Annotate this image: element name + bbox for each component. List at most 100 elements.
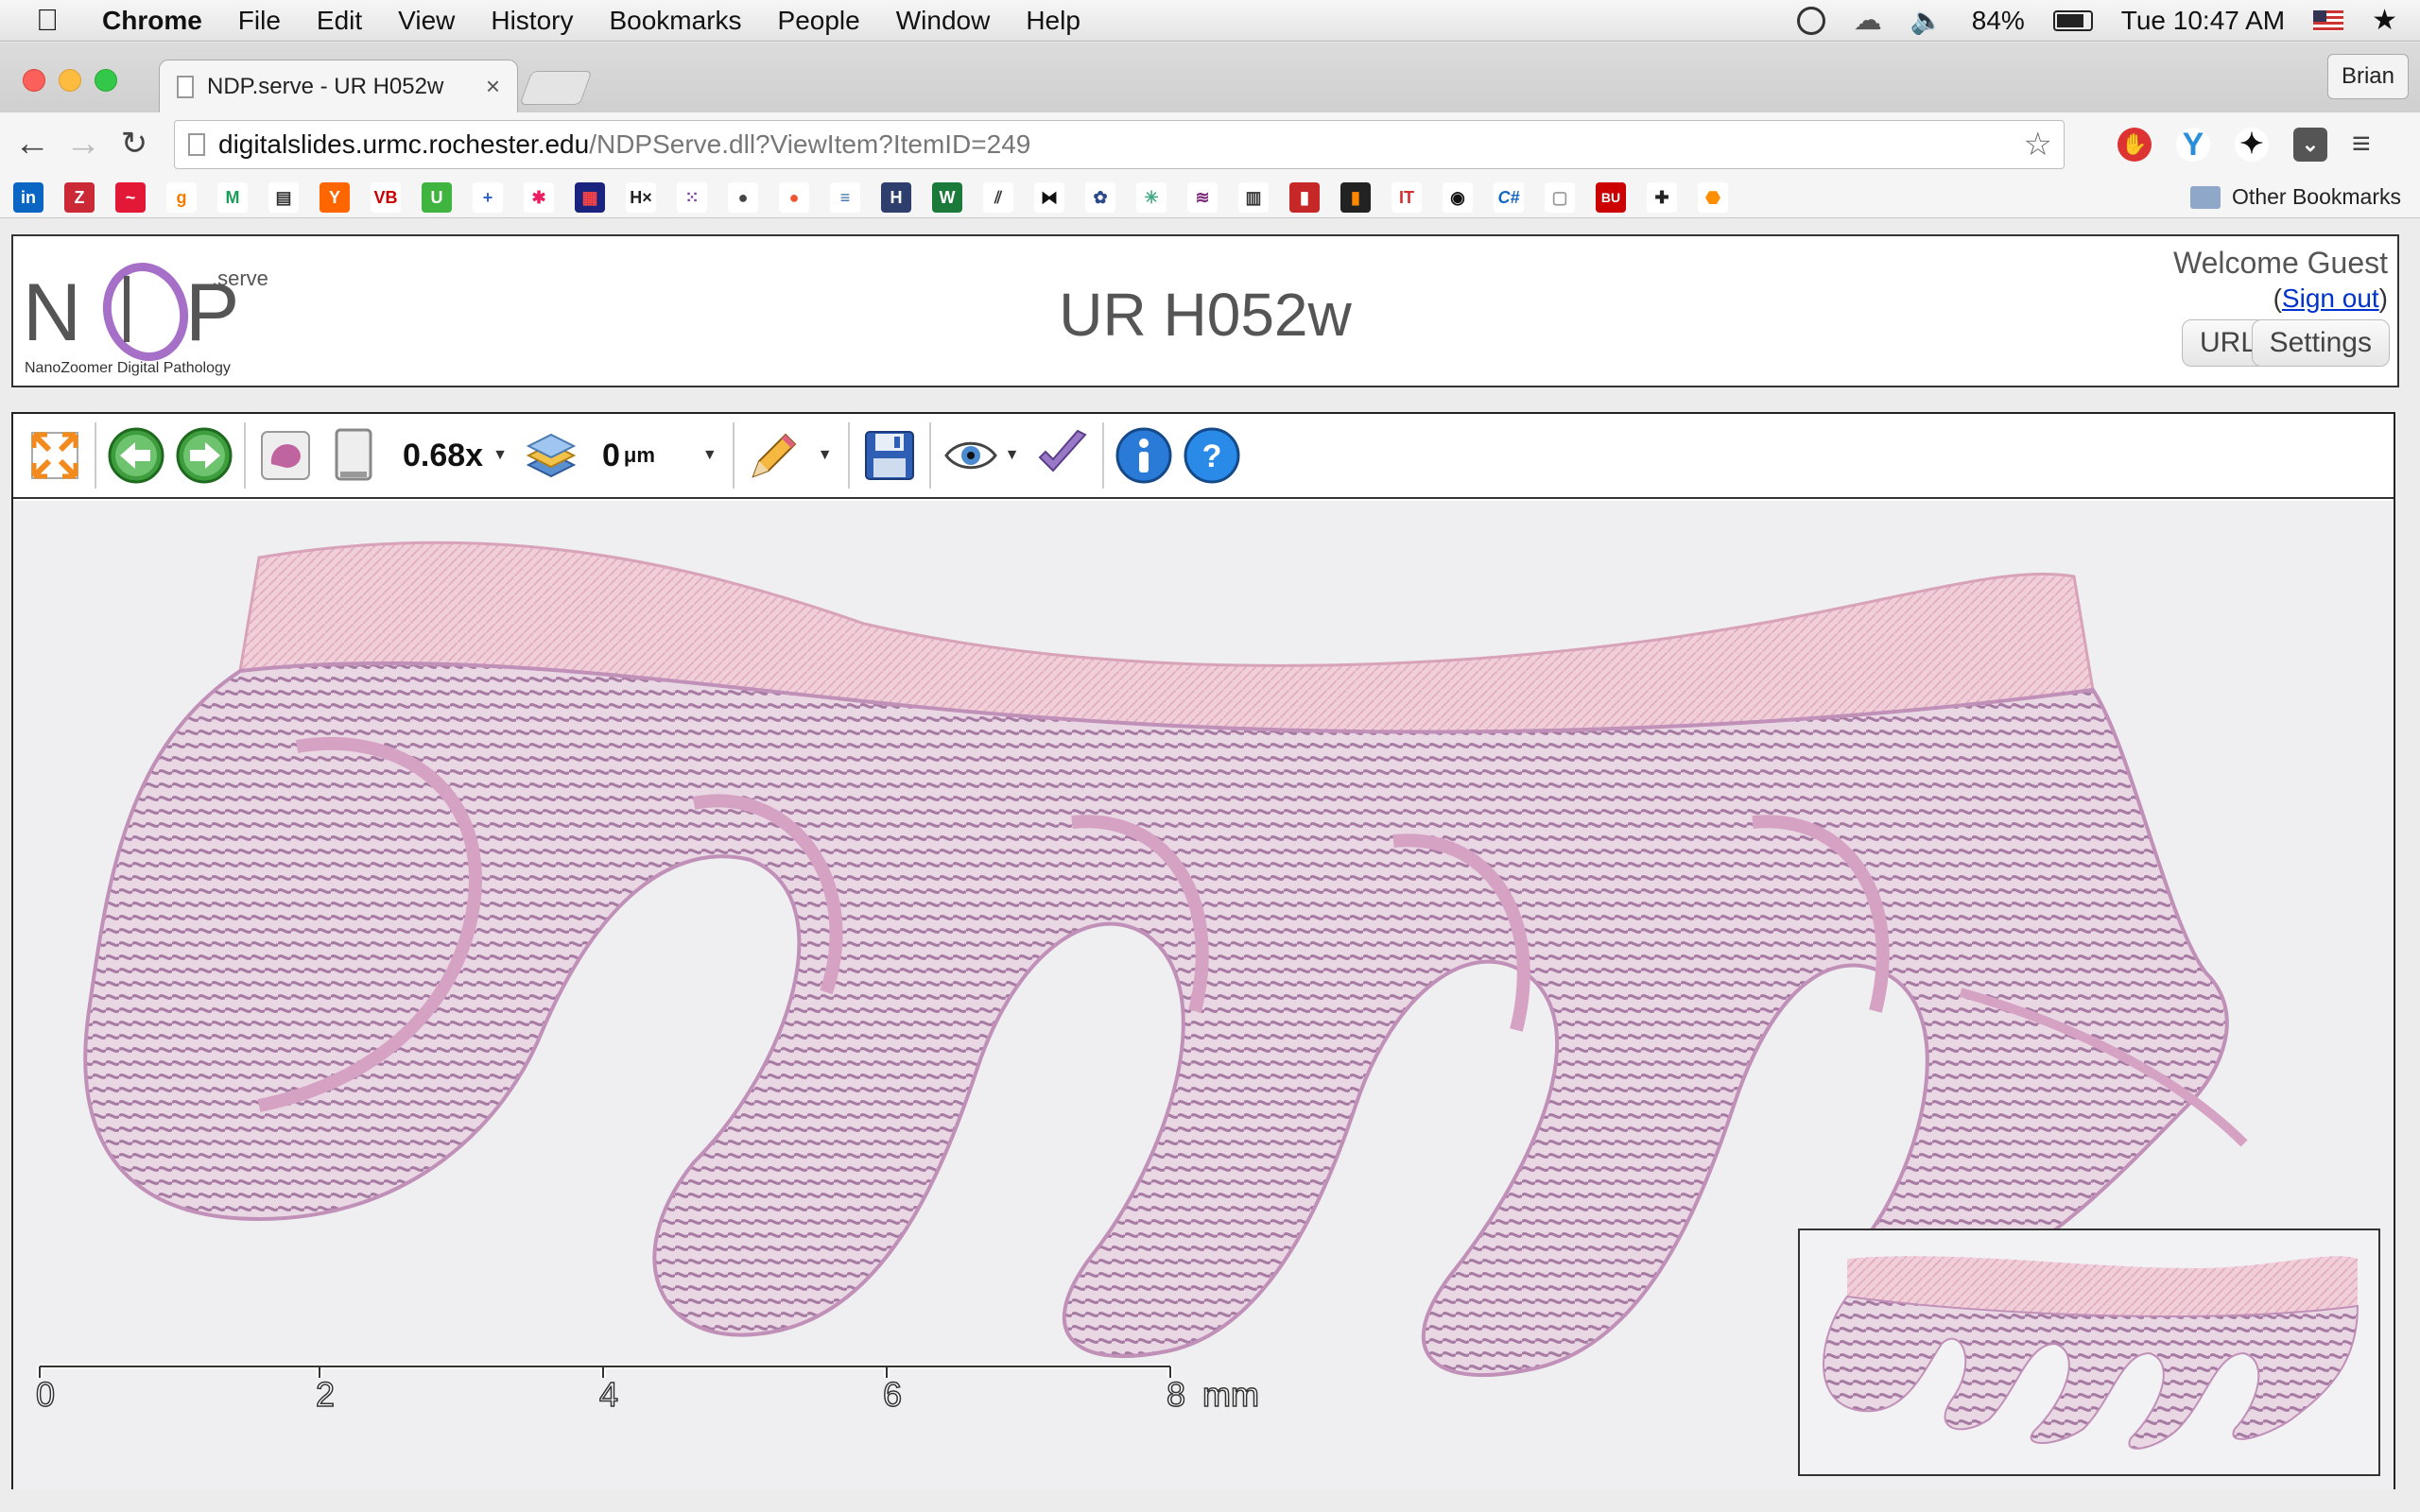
toolbar-separator <box>847 422 850 489</box>
apple-menu-icon[interactable]:  <box>36 3 76 38</box>
bookmark-pinwheel-icon[interactable]: ✱ <box>524 181 554 213</box>
annotate-dropdown-icon[interactable]: ▼ <box>818 447 833 464</box>
menu-view[interactable]: View <box>398 6 455 36</box>
fit-to-screen-icon[interactable] <box>25 425 85 486</box>
signout-link[interactable]: Sign out <box>2282 284 2379 313</box>
tab-close-icon[interactable]: × <box>486 72 500 101</box>
back-view-icon[interactable] <box>106 425 166 486</box>
bookmark-face-icon[interactable]: ◉ <box>1443 181 1473 213</box>
menu-app-name[interactable]: Chrome <box>102 6 202 36</box>
bookmark-star-icon[interactable]: ✳ <box>1136 181 1167 213</box>
bookmark-database-icon[interactable]: ≡ <box>830 181 860 213</box>
bookmark-hexagon-icon[interactable]: ⬣ <box>1698 181 1728 213</box>
ninja-icon[interactable]: ✦ <box>2235 127 2269 162</box>
focus-dropdown-icon[interactable]: ▼ <box>702 447 717 464</box>
bookmark-mendeley-icon[interactable]: M <box>217 181 248 213</box>
bookmark-plus-icon[interactable]: + <box>473 181 503 213</box>
save-disk-icon[interactable] <box>859 425 920 486</box>
bookmark-hx-icon[interactable]: H× <box>626 181 656 213</box>
bookmark-g-icon[interactable]: g <box>166 181 197 213</box>
bookmark-lines-icon[interactable]: ▥ <box>1238 181 1269 213</box>
window-close-button[interactable] <box>23 69 45 92</box>
bookmark-tomato-icon[interactable]: ● <box>779 181 809 213</box>
bookmark-h-icon[interactable]: H <box>881 181 911 213</box>
zoom-level[interactable]: 0.68x <box>403 438 483 474</box>
forward-arrow-icon[interactable]: → <box>64 126 102 163</box>
other-bookmarks[interactable]: Other Bookmarks <box>2190 184 2401 210</box>
bookmark-news-icon[interactable]: ▤ <box>268 181 299 213</box>
bookmark-ycombinator-icon[interactable]: Y <box>320 181 350 213</box>
view-eye-icon[interactable] <box>941 425 1001 486</box>
focus-layers-icon[interactable] <box>521 425 581 486</box>
profile-button[interactable]: Brian <box>2326 54 2409 99</box>
bookmark-star-icon[interactable]: ☆ <box>2024 126 2052 163</box>
menu-help[interactable]: Help <box>1026 6 1080 36</box>
slide-canvas[interactable]: 0 2 4 6 8 mm <box>13 501 2394 1489</box>
reload-icon[interactable]: ↻ <box>115 126 153 163</box>
star-menu-icon[interactable]: ★ <box>2372 4 2397 37</box>
bookmark-chart-icon[interactable]: ▮ <box>1289 181 1320 213</box>
new-tab-button[interactable] <box>519 71 593 105</box>
clock[interactable]: Tue 10:47 AM <box>2121 6 2285 36</box>
bookmark-blank-icon[interactable]: ▢ <box>1545 181 1575 213</box>
adblock-icon[interactable]: ✋ <box>2118 127 2152 162</box>
bookmark-csharp-icon[interactable]: C# <box>1494 181 1524 213</box>
us-flag-icon[interactable] <box>2313 9 2344 31</box>
folder-icon <box>2190 185 2221 209</box>
view-dropdown-icon[interactable]: ▼ <box>1005 447 1020 464</box>
bookmark-flower-icon[interactable]: ✿ <box>1085 181 1115 213</box>
bookmark-linkedin-icon[interactable]: in <box>13 181 43 213</box>
forward-view-icon[interactable] <box>174 425 234 486</box>
info-icon[interactable] <box>1114 425 1174 486</box>
bookmark-bowtie-icon[interactable]: ⧓ <box>1034 181 1064 213</box>
pocket-icon[interactable]: ⌄ <box>2293 127 2327 162</box>
extension-icons: ✋ Y ✦ ⌄ ≡ <box>2118 126 2371 163</box>
bookmark-slashes-icon[interactable]: ⫽ <box>983 181 1013 213</box>
help-icon[interactable]: ? <box>1182 425 1242 486</box>
bookmark-u-icon[interactable]: U <box>422 181 452 213</box>
window-zoom-button[interactable] <box>95 69 117 92</box>
volume-icon[interactable]: 🔈 <box>1910 5 1944 36</box>
menu-history[interactable]: History <box>491 6 573 36</box>
bookmark-vb-icon[interactable]: VB <box>371 181 401 213</box>
battery-icon[interactable] <box>2052 9 2093 31</box>
bookmark-circle-icon[interactable]: ● <box>728 181 758 213</box>
macos-menubar:  Chrome File Edit View History Bookmark… <box>0 0 2420 42</box>
menu-edit[interactable]: Edit <box>317 6 362 36</box>
bookmark-wave-icon[interactable]: ≋ <box>1187 181 1218 213</box>
battery-percent[interactable]: 84% <box>1972 6 2025 36</box>
focus-value[interactable]: 0 <box>602 438 620 474</box>
bookmark-dots-icon[interactable]: ⁙ <box>677 181 707 213</box>
annotate-pencil-icon[interactable] <box>744 425 804 486</box>
page-title: UR H052w <box>1059 281 1352 349</box>
bookmark-w-icon[interactable]: W <box>932 181 962 213</box>
toolbar-separator <box>244 422 246 489</box>
back-arrow-icon[interactable]: ← <box>13 126 51 163</box>
settings-button[interactable]: Settings <box>2251 319 2390 367</box>
slide-thumbnail-icon[interactable] <box>255 425 316 486</box>
zoom-dropdown-icon[interactable]: ▼ <box>493 447 508 464</box>
menu-file[interactable]: File <box>238 6 281 36</box>
timemachine-icon[interactable] <box>1796 6 1825 35</box>
verify-check-icon[interactable] <box>1032 425 1093 486</box>
bookmark-dark-icon[interactable]: ▮ <box>1340 181 1371 213</box>
tab-ndp-serve[interactable]: NDP.serve - UR H052w × <box>159 60 518 112</box>
menu-bookmarks[interactable]: Bookmarks <box>609 6 741 36</box>
bookmark-grid-icon[interactable]: ▦ <box>575 181 605 213</box>
slide-label-icon[interactable] <box>323 425 384 486</box>
cloud-icon[interactable]: ☁ <box>1854 4 1882 37</box>
bookmark-it-icon[interactable]: IT <box>1392 181 1422 213</box>
address-bar[interactable]: digitalslides.urmc.rochester.edu /NDPSer… <box>174 120 2065 169</box>
chrome-menu-icon[interactable]: ≡ <box>2352 126 2371 163</box>
bookmark-zotero-icon[interactable]: Z <box>64 181 95 213</box>
bookmark-bofa-icon[interactable]: ~ <box>115 181 146 213</box>
bookmark-bu-icon[interactable]: BU <box>1596 181 1626 213</box>
overview-navigator[interactable] <box>1798 1228 2380 1476</box>
menu-people[interactable]: People <box>778 6 860 36</box>
menu-window[interactable]: Window <box>896 6 991 36</box>
vpn-icon[interactable]: Y <box>2176 127 2210 162</box>
window-minimize-button[interactable] <box>59 69 81 92</box>
bookmark-cross-icon[interactable]: ✚ <box>1647 181 1677 213</box>
scale-tick-4: 4 <box>599 1375 618 1408</box>
scale-tick-6: 6 <box>883 1375 902 1408</box>
